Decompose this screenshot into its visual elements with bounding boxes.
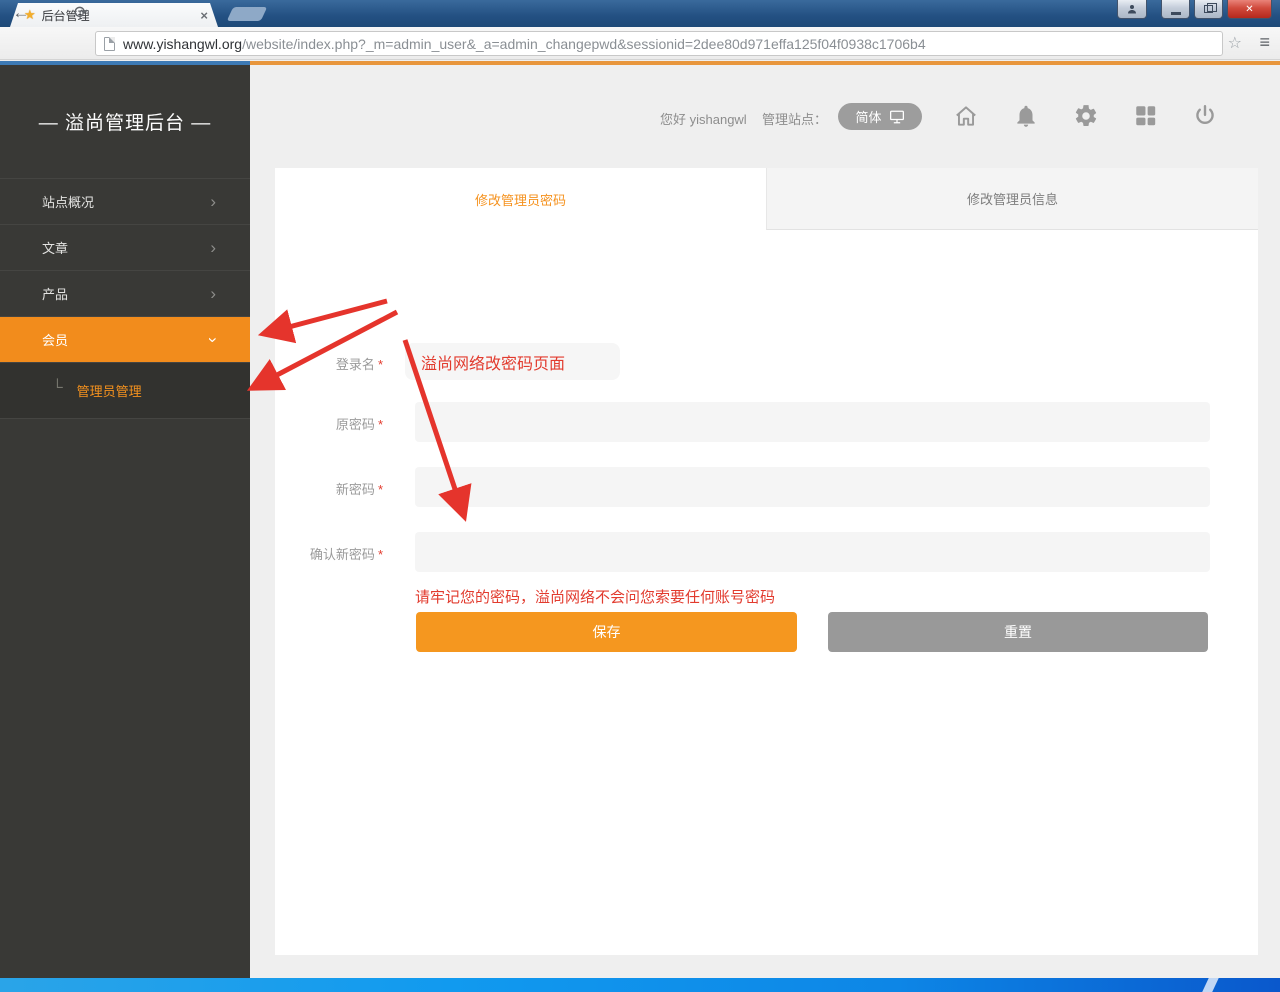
required-asterisk: * — [378, 357, 383, 372]
wallpaper-streak — [1200, 978, 1220, 992]
monitor-icon — [889, 110, 905, 124]
label-text: 新密码 — [336, 482, 375, 497]
manage-site-label: 管理站点： — [762, 109, 827, 128]
confirm-password-label: 确认新密码* — [275, 544, 383, 563]
panel-tabbar: 修改管理员密码 修改管理员信息 — [275, 168, 1258, 230]
sidebar-item-label: 站点概况 — [42, 192, 94, 211]
new-password-label: 新密码* — [275, 479, 383, 498]
chevron-right-icon: › — [210, 238, 216, 258]
sidebar-item-label: 会员 — [42, 330, 68, 349]
tab-change-info[interactable]: 修改管理员信息 — [766, 168, 1258, 230]
browser-tab-title: 后台管理 — [42, 7, 195, 24]
sidebar-item-label: 文章 — [42, 238, 68, 257]
back-button[interactable]: ← — [8, 3, 34, 23]
apps-grid-icon[interactable] — [1133, 103, 1159, 129]
language-toggle[interactable]: 简体 — [838, 103, 922, 130]
sidebar-item-members[interactable]: 会员 › — [0, 317, 250, 363]
sidebar-item-articles[interactable]: 文章 › — [0, 225, 250, 271]
minimize-button[interactable] — [1161, 0, 1190, 19]
sidebar-subitem-admin-management[interactable]: └ 管理员管理 — [0, 363, 250, 419]
required-asterisk: * — [378, 417, 383, 432]
label-text: 确认新密码 — [310, 547, 375, 562]
url-text: www.yishangwl.org/website/index.php?_m=a… — [123, 36, 926, 52]
refresh-button[interactable]: ⟳ — [68, 3, 94, 23]
browser-menu-icon[interactable]: ≡ — [1259, 32, 1270, 53]
desktop-wallpaper-strip — [0, 978, 1280, 992]
page-icon — [104, 37, 115, 51]
sidebar: — 溢尚管理后台 — 站点概况 › 文章 › 产品 › 会员 › └ 管理员管理 — [0, 65, 250, 978]
window-controls: ✕ — [1117, 0, 1272, 19]
confirm-password-input[interactable] — [415, 532, 1210, 572]
minimize-icon — [1171, 12, 1181, 15]
close-icon: ✕ — [1245, 4, 1253, 15]
old-password-input[interactable] — [415, 402, 1210, 442]
password-warning-text: 请牢记您的密码，溢尚网络不会问您索要任何账号密码 — [415, 586, 775, 607]
chevron-right-icon: › — [210, 284, 216, 304]
chevron-down-icon: › — [203, 337, 223, 343]
power-logout-icon[interactable] — [1192, 103, 1218, 129]
notifications-bell-icon[interactable] — [1013, 103, 1039, 129]
save-button[interactable]: 保存 — [416, 612, 797, 652]
login-name-input[interactable] — [405, 343, 620, 380]
required-asterisk: * — [378, 547, 383, 562]
restore-button[interactable] — [1194, 0, 1223, 19]
restore-icon — [1204, 5, 1213, 13]
settings-gear-icon[interactable] — [1073, 103, 1099, 129]
person-icon — [1126, 3, 1138, 15]
sidebar-item-products[interactable]: 产品 › — [0, 271, 250, 317]
old-password-label: 原密码* — [275, 414, 383, 433]
accent-line-orange — [250, 61, 1280, 65]
sidebar-item-label: 产品 — [42, 284, 68, 303]
profile-button[interactable] — [1117, 0, 1147, 19]
url-path: /website/index.php?_m=admin_user&_a=admi… — [242, 36, 926, 52]
bookmark-star-icon[interactable]: ☆ — [1228, 33, 1242, 53]
chevron-right-icon: › — [210, 192, 216, 212]
label-text: 原密码 — [336, 417, 375, 432]
content-panel: 修改管理员密码 修改管理员信息 登录名* 原密码* 新密码* 确认新密码* 请牢… — [275, 168, 1258, 955]
new-password-input[interactable] — [415, 467, 1210, 507]
browser-titlebar: ★ 后台管理 × ✕ — [0, 0, 1280, 27]
tree-branch-icon: └ — [52, 379, 63, 396]
tab-close-icon[interactable]: × — [200, 8, 208, 23]
forward-button[interactable]: → — [38, 3, 64, 23]
home-icon[interactable] — [953, 103, 979, 129]
sidebar-item-site-overview[interactable]: 站点概况 › — [0, 179, 250, 225]
sidebar-subitem-label: 管理员管理 — [77, 381, 142, 400]
reset-button[interactable]: 重置 — [828, 612, 1208, 652]
tab-change-password[interactable]: 修改管理员密码 — [275, 168, 766, 230]
url-bar[interactable]: www.yishangwl.org/website/index.php?_m=a… — [95, 31, 1223, 56]
close-button[interactable]: ✕ — [1227, 0, 1272, 19]
required-asterisk: * — [378, 482, 383, 497]
url-host: www.yishangwl.org — [123, 36, 242, 52]
new-tab-button[interactable] — [227, 7, 268, 21]
sidebar-title: — 溢尚管理后台 — — [0, 65, 250, 179]
user-greeting: 您好 yishangwl — [660, 109, 747, 128]
language-toggle-label: 简体 — [855, 107, 881, 126]
label-text: 登录名 — [336, 357, 375, 372]
login-name-label: 登录名* — [275, 354, 383, 373]
change-password-form: 登录名* 原密码* 新密码* 确认新密码* 请牢记您的密码，溢尚网络不会问您索要… — [275, 230, 1258, 955]
screen: ★ 后台管理 × ✕ ← → ⟳ www.yishangwl.org/websi… — [0, 0, 1280, 992]
